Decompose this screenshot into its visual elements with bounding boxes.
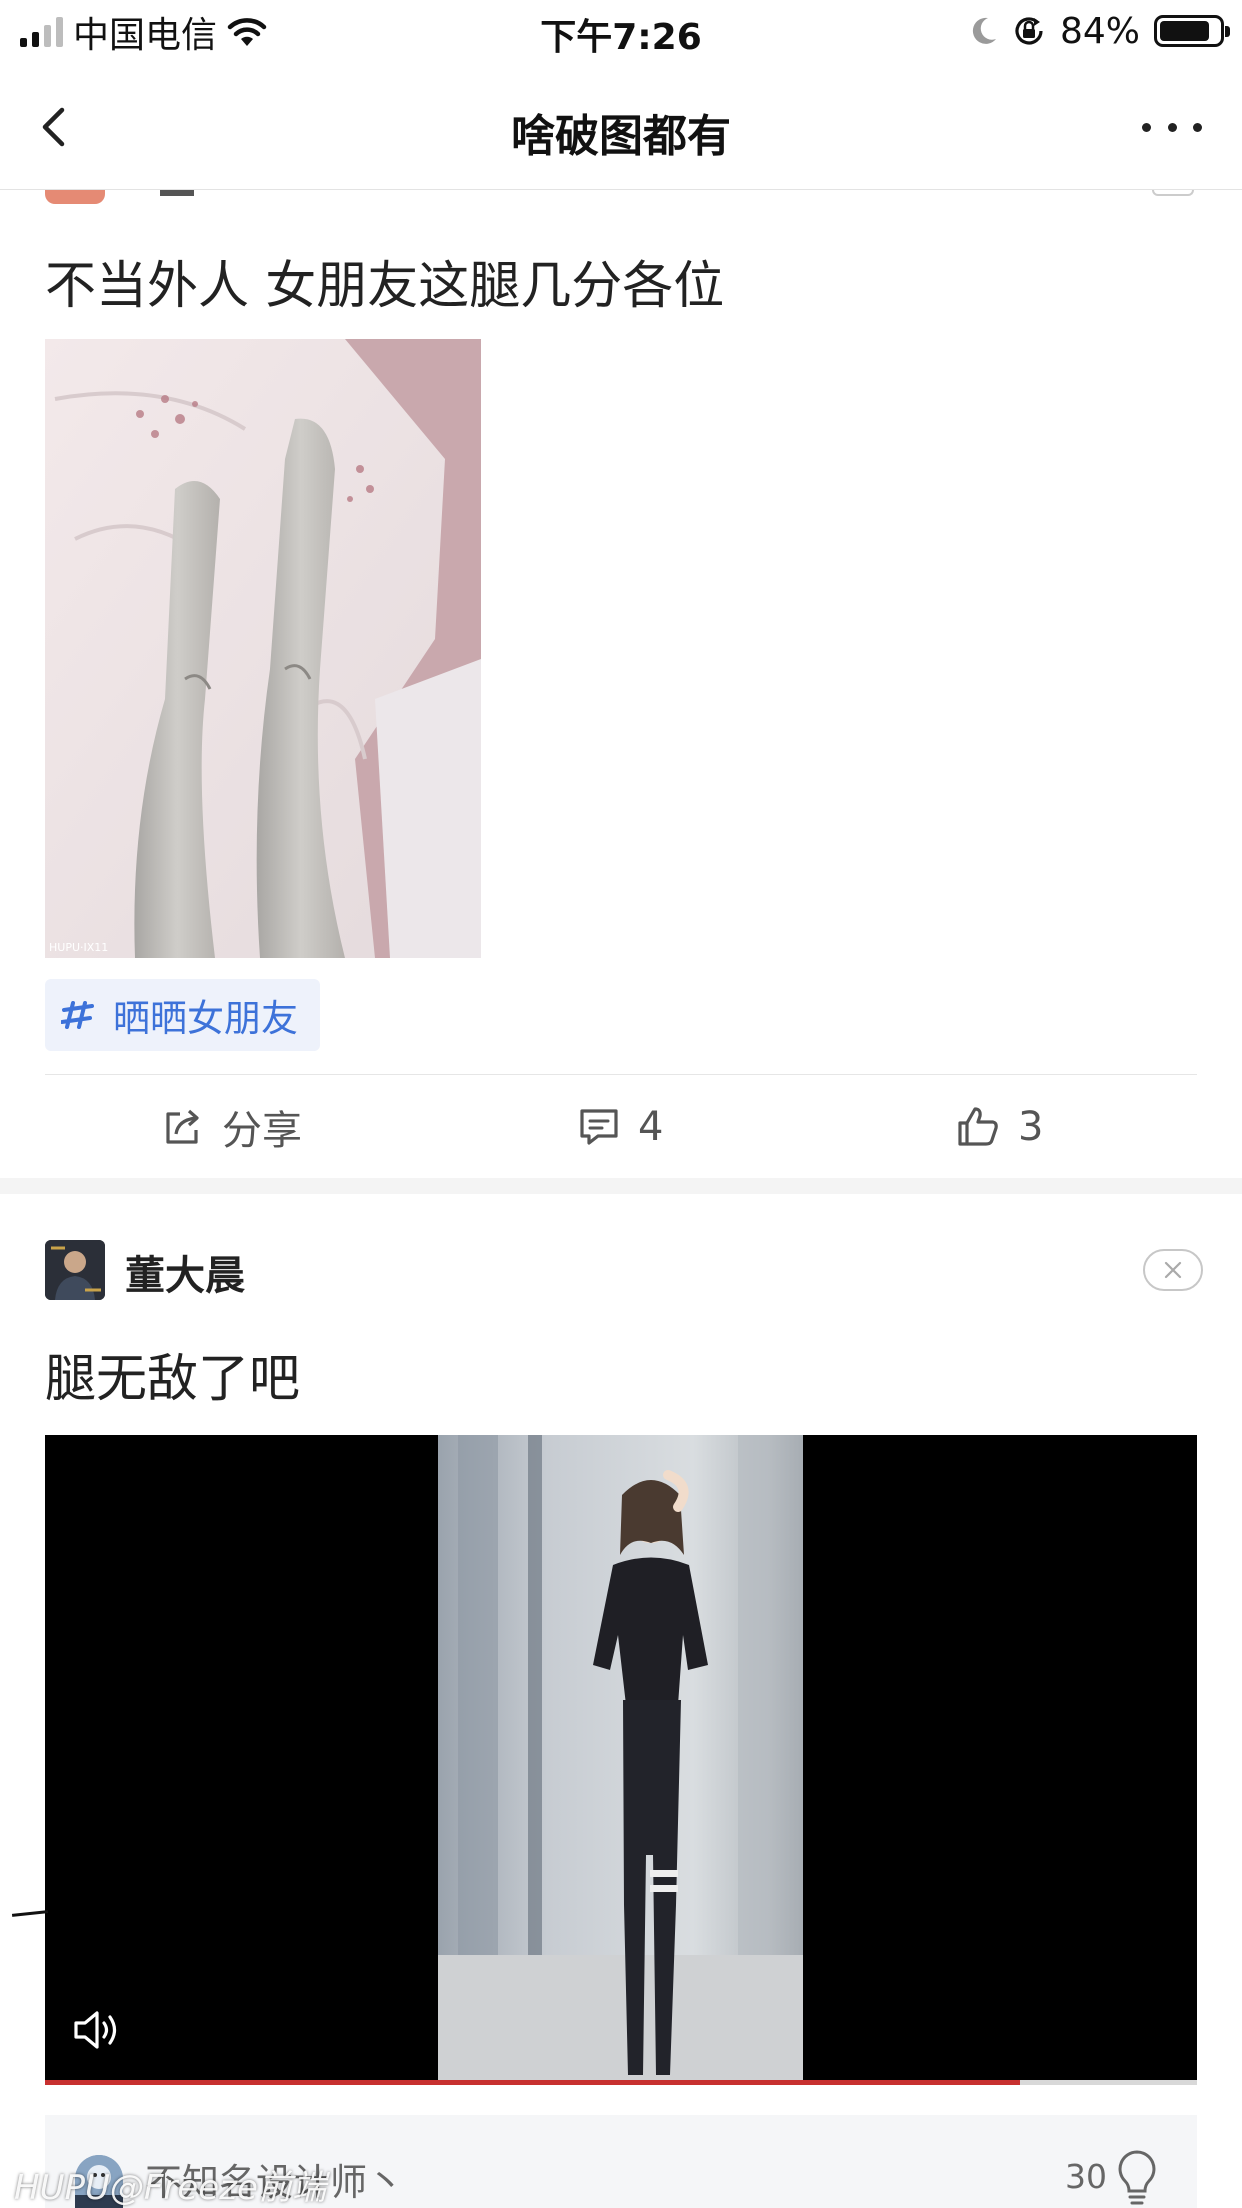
post2-close-button[interactable] xyxy=(1143,1249,1203,1291)
section-separator xyxy=(0,1178,1242,1194)
video-player[interactable] xyxy=(45,1435,1197,2083)
share-label: 分享 xyxy=(222,1108,302,1154)
share-icon xyxy=(166,1109,199,1144)
volume-icon xyxy=(74,2011,117,2049)
post1-author-cropped xyxy=(160,190,194,196)
light-button[interactable] xyxy=(1115,2149,1159,2208)
legs-photo-illustration: HUPU·IX11 xyxy=(45,339,481,958)
post2-avatar[interactable] xyxy=(45,1240,105,1300)
comment-button[interactable]: 4 xyxy=(578,1102,663,1152)
volume-button[interactable] xyxy=(71,2005,121,2055)
battery-icon xyxy=(1154,15,1230,47)
like-button[interactable]: 3 xyxy=(956,1102,1043,1152)
page-title: 啥破图都有 xyxy=(511,111,731,162)
status-bar: 中国电信 下午7:26 84% xyxy=(0,0,1242,62)
post1-action-bar: 分享 4 3 xyxy=(0,1076,1242,1176)
rotation-lock-icon xyxy=(1015,17,1043,45)
light-count: 30 xyxy=(1065,2157,1107,2196)
topic-tag[interactable]: 晒晒女朋友 xyxy=(45,979,320,1051)
status-right: 84% xyxy=(968,8,1230,54)
hashtag-icon xyxy=(61,1001,94,1029)
post2-title[interactable]: 腿无敌了吧 xyxy=(45,1337,300,1411)
video-progress-fill xyxy=(45,2080,1020,2085)
svg-text:HUPU·IX11: HUPU·IX11 xyxy=(49,941,108,954)
like-count: 3 xyxy=(1018,1104,1044,1150)
annotation-stroke xyxy=(11,1910,49,1917)
post1-close-button[interactable] xyxy=(1152,190,1194,196)
lightbulb-icon xyxy=(1118,2150,1156,2205)
comment-count: 4 xyxy=(638,1104,664,1150)
battery-percent: 84% xyxy=(1059,10,1140,52)
topic-label: 晒晒女朋友 xyxy=(113,997,298,1040)
moon-icon xyxy=(972,17,996,44)
comment-icon xyxy=(580,1109,618,1145)
video-frame xyxy=(438,1435,803,2083)
video-progress-bar[interactable] xyxy=(45,2080,1197,2085)
more-button[interactable] xyxy=(1142,107,1202,147)
watermark: HUPU@Freeze前端 xyxy=(14,2168,326,2208)
post2-author[interactable]: 董大晨 xyxy=(125,1243,245,1301)
post1-divider xyxy=(45,1074,1197,1075)
share-button[interactable]: 分享 xyxy=(162,1102,302,1154)
post1-avatar[interactable] xyxy=(45,190,105,204)
close-icon xyxy=(1164,1261,1182,1279)
nav-bar: 啥破图都有 xyxy=(0,62,1242,190)
thumbs-up-icon xyxy=(958,1107,998,1146)
more-icon xyxy=(1142,122,1151,132)
post1-title[interactable]: 不当外人 女朋友这腿几分各位 xyxy=(45,244,724,318)
post1-photo[interactable]: HUPU·IX11 xyxy=(45,339,481,958)
